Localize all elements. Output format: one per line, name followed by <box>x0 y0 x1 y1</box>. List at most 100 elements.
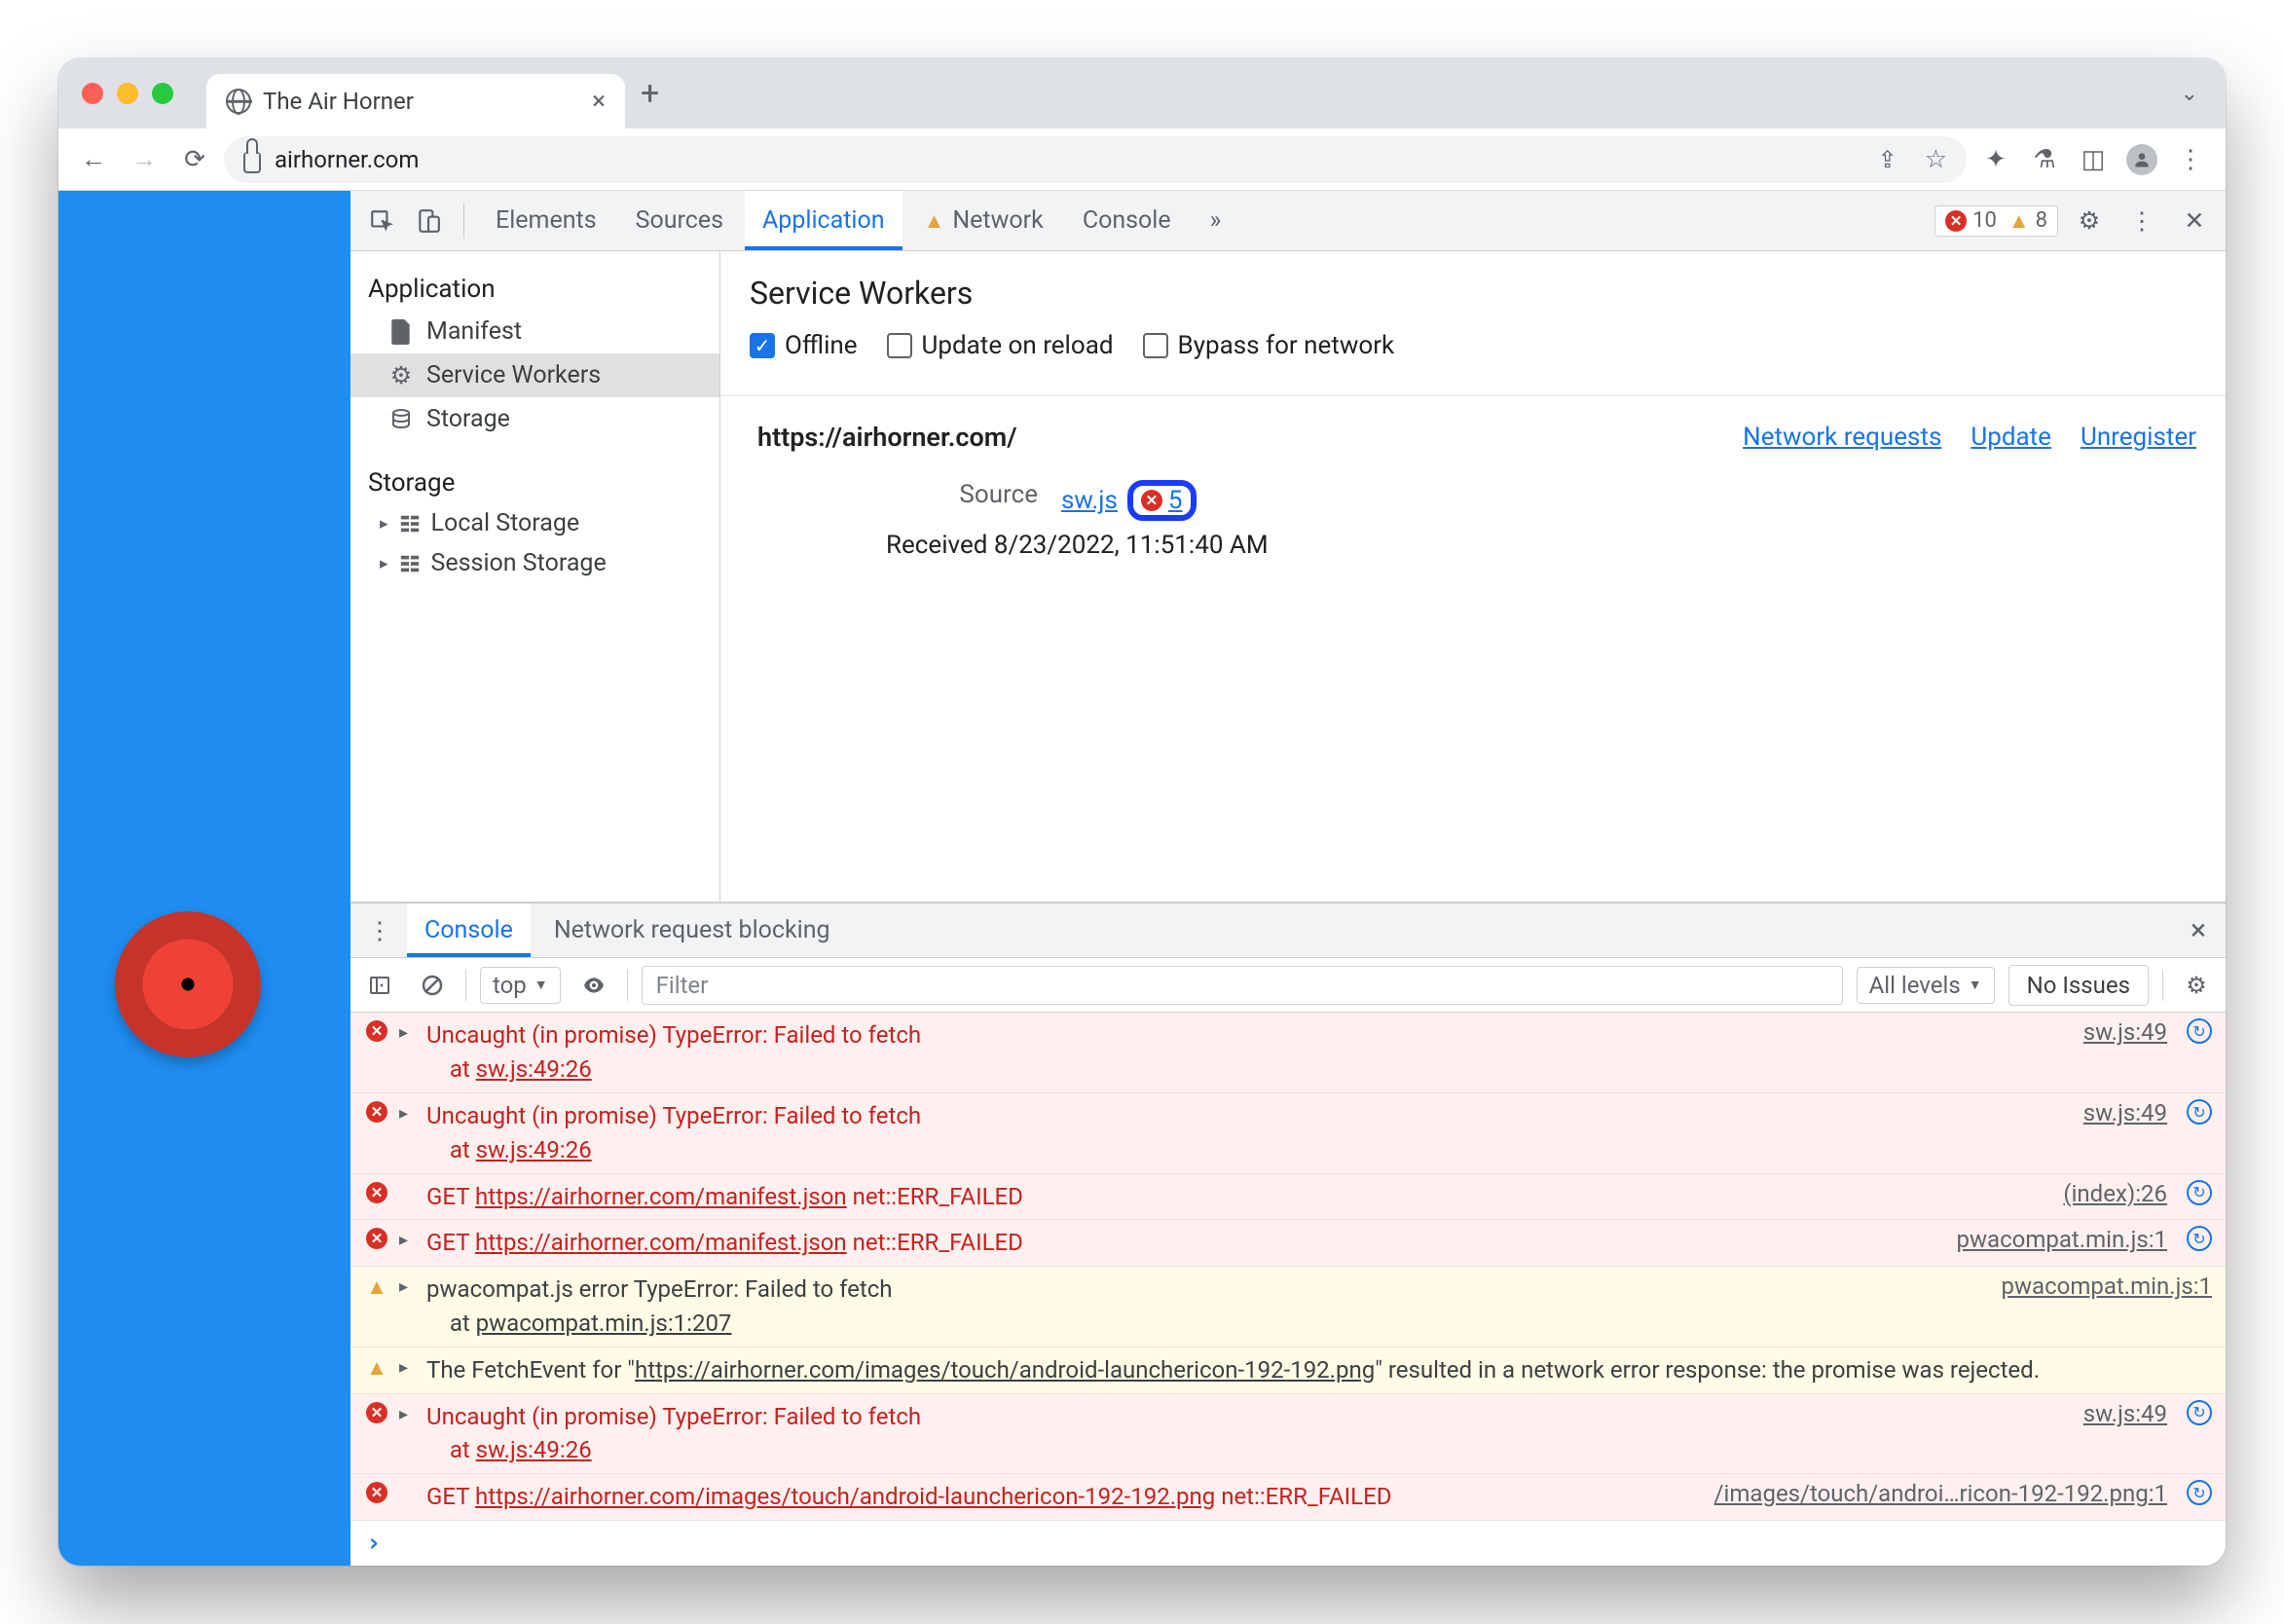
maximize-window-button[interactable] <box>152 83 173 104</box>
close-devtools-icon[interactable]: ✕ <box>2173 200 2216 242</box>
close-drawer-icon[interactable]: × <box>2179 913 2218 947</box>
repeat-icon[interactable]: ↻ <box>2187 1480 2212 1505</box>
repeat-icon[interactable]: ↻ <box>2187 1226 2212 1251</box>
repeat-icon[interactable]: ↻ <box>2187 1099 2212 1125</box>
expand-icon[interactable] <box>399 1180 417 1184</box>
tab-elements[interactable]: Elements <box>478 191 614 250</box>
tab-network[interactable]: ▲Network <box>906 191 1061 250</box>
expand-icon[interactable] <box>399 1480 417 1484</box>
console-settings-icon[interactable]: ⚙ <box>2177 966 2216 1005</box>
console-message: pwacompat.js error TypeError: Failed to … <box>426 1273 1972 1341</box>
kebab-icon[interactable]: ⋮ <box>2120 200 2163 242</box>
sidepanel-icon[interactable]: ◫ <box>2072 138 2115 181</box>
console-row[interactable]: ▲▸The FetchEvent for "https://airhorner.… <box>350 1347 2226 1394</box>
issue-counts[interactable]: ✕10 ▲8 <box>1934 205 2058 237</box>
forward-button[interactable]: → <box>123 138 166 181</box>
sidebar-item-local-storage[interactable]: ▸ Local Storage <box>350 503 719 543</box>
sw-origin-row: https://airhorner.com/ Network requests … <box>750 422 2196 453</box>
source-link[interactable]: pwacompat.min.js:1 <box>1982 1273 2212 1300</box>
context-selector[interactable]: top▼ <box>480 967 561 1004</box>
source-link[interactable]: (index):26 <box>2044 1180 2167 1207</box>
share-icon[interactable]: ⇪ <box>1878 146 1897 173</box>
application-sidebar: Application Manifest ⚙ Service Workers S… <box>350 251 720 902</box>
tab-console[interactable]: Console <box>1065 191 1189 250</box>
expand-icon[interactable]: ▸ <box>399 1273 417 1297</box>
console-sidebar-toggle-icon[interactable] <box>360 966 399 1005</box>
console-row[interactable]: ✕▸Uncaught (in promise) TypeError: Faile… <box>350 1013 2226 1093</box>
sidebar-item-manifest[interactable]: Manifest <box>350 310 719 353</box>
expand-icon[interactable]: ▸ <box>399 1226 417 1250</box>
error-count-link[interactable]: 5 <box>1168 486 1183 515</box>
console-row[interactable]: ✕▸Uncaught (in promise) TypeError: Faile… <box>350 1093 2226 1174</box>
tabs-overflow-icon[interactable]: ⌄ <box>2181 82 2198 106</box>
tab-application[interactable]: Application <box>745 191 903 250</box>
reload-button[interactable]: ⟳ <box>173 138 216 181</box>
tab-title: The Air Horner <box>263 88 414 115</box>
issues-button[interactable]: No Issues <box>2008 965 2149 1006</box>
source-link[interactable]: pwacompat.min.js:1 <box>1937 1226 2167 1253</box>
filter-input[interactable]: Filter <box>642 966 1843 1005</box>
close-tab-icon[interactable]: × <box>592 87 606 116</box>
console-prompt[interactable]: › <box>350 1521 2226 1566</box>
log-levels-selector[interactable]: All levels▼ <box>1857 967 1995 1004</box>
labs-icon[interactable]: ⚗ <box>2023 138 2066 181</box>
source-link[interactable]: sw.js:49 <box>2064 1018 2167 1046</box>
profile-button[interactable] <box>2120 138 2163 181</box>
minimize-window-button[interactable] <box>117 83 138 104</box>
application-panel: Application Manifest ⚙ Service Workers S… <box>350 251 2226 903</box>
close-window-button[interactable] <box>82 83 103 104</box>
source-link[interactable]: /images/touch/androi…ricon-192-192.png:1 <box>1695 1480 2167 1507</box>
console-row[interactable]: ✕GET https://airhorner.com/images/touch/… <box>350 1474 2226 1521</box>
source-link[interactable]: sw.js:49 <box>2064 1099 2167 1126</box>
console-message: GET https://airhorner.com/images/touch/a… <box>426 1480 1685 1514</box>
drawer-tab-console[interactable]: Console <box>407 904 531 957</box>
console-log[interactable]: ✕▸Uncaught (in promise) TypeError: Faile… <box>350 1013 2226 1566</box>
service-workers-view: Service Workers ✓Offline Update on reloa… <box>720 251 2226 902</box>
console-row[interactable]: ▲▸pwacompat.js error TypeError: Failed t… <box>350 1267 2226 1347</box>
sidebar-item-storage[interactable]: Storage <box>350 397 719 441</box>
settings-icon[interactable]: ⚙ <box>2068 200 2111 242</box>
device-toggle-icon[interactable] <box>407 200 450 242</box>
update-on-reload-checkbox[interactable]: Update on reload <box>887 331 1114 360</box>
update-link[interactable]: Update <box>1971 423 2051 452</box>
new-tab-button[interactable]: + <box>641 74 659 113</box>
address-bar[interactable]: airhorner.com ⇪ ☆ <box>224 136 1967 183</box>
bookmark-icon[interactable]: ☆ <box>1925 145 1947 174</box>
airhorn-button[interactable] <box>115 911 261 1057</box>
menu-icon[interactable]: ⋮ <box>2169 138 2212 181</box>
sidebar-item-service-workers[interactable]: ⚙ Service Workers <box>350 353 719 397</box>
error-count-highlight[interactable]: ✕ 5 <box>1127 480 1197 521</box>
back-button[interactable]: ← <box>72 138 115 181</box>
console-message: Uncaught (in promise) TypeError: Failed … <box>426 1400 2054 1468</box>
checkbox-icon: ✓ <box>750 333 775 358</box>
unregister-link[interactable]: Unregister <box>2081 423 2196 452</box>
inspect-icon[interactable] <box>360 200 403 242</box>
console-row[interactable]: ✕▸GET https://airhorner.com/manifest.jso… <box>350 1220 2226 1267</box>
expand-icon[interactable]: ▸ <box>399 1353 417 1378</box>
source-file-link[interactable]: sw.js <box>1061 486 1118 515</box>
console-row[interactable]: ✕GET https://airhorner.com/manifest.json… <box>350 1174 2226 1221</box>
repeat-icon[interactable]: ↻ <box>2187 1180 2212 1205</box>
drawer-tab-network-blocking[interactable]: Network request blocking <box>536 904 848 957</box>
checkbox-icon <box>1143 333 1168 358</box>
expand-icon[interactable]: ▸ <box>399 1099 417 1124</box>
bypass-checkbox[interactable]: Bypass for network <box>1143 331 1395 360</box>
source-link[interactable]: sw.js:49 <box>2064 1400 2167 1427</box>
live-expression-icon[interactable] <box>574 966 613 1005</box>
sidebar-item-session-storage[interactable]: ▸ Session Storage <box>350 543 719 583</box>
expand-icon[interactable]: ▸ <box>399 1400 417 1424</box>
repeat-icon[interactable]: ↻ <box>2187 1018 2212 1044</box>
sw-options: ✓Offline Update on reload Bypass for net… <box>750 331 2196 360</box>
console-message: The FetchEvent for "https://airhorner.co… <box>426 1353 2212 1387</box>
extensions-icon[interactable]: ✦ <box>1974 138 2017 181</box>
clear-console-icon[interactable] <box>413 966 452 1005</box>
drawer-menu-icon[interactable]: ⋮ <box>358 909 401 952</box>
tab-sources[interactable]: Sources <box>618 191 741 250</box>
network-requests-link[interactable]: Network requests <box>1743 423 1941 452</box>
console-row[interactable]: ✕▸Uncaught (in promise) TypeError: Faile… <box>350 1394 2226 1475</box>
expand-icon[interactable]: ▸ <box>399 1018 417 1043</box>
repeat-icon[interactable]: ↻ <box>2187 1400 2212 1425</box>
tabs-overflow[interactable]: » <box>1193 191 1239 250</box>
offline-checkbox[interactable]: ✓Offline <box>750 331 858 360</box>
browser-tab[interactable]: The Air Horner × <box>206 74 625 129</box>
